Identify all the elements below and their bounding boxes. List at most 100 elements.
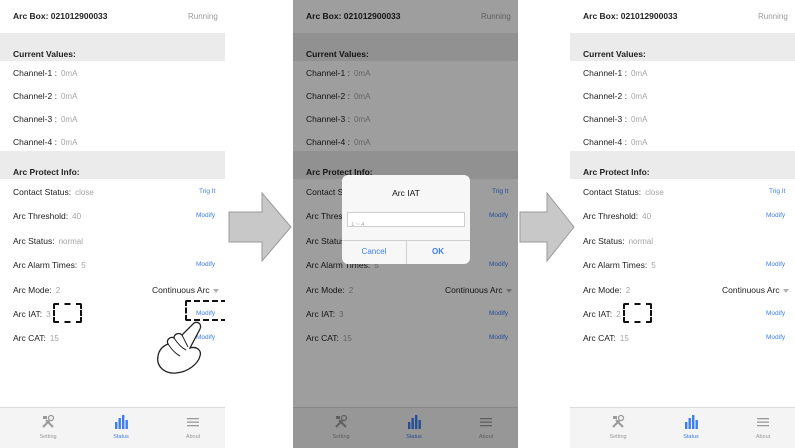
arc-mode-row: Arc Mode: 2 Continuous Arc [0, 278, 225, 302]
channel-value: 0mA [60, 138, 78, 147]
right-arrow-icon [519, 192, 575, 262]
top-bar: Arc Box: 021012900033 Running [570, 0, 795, 33]
channel-value: 0mA [60, 69, 78, 78]
dropdown-triangle-icon [212, 288, 219, 293]
modify-threshold-button[interactable]: Modify [766, 212, 785, 219]
channel-label: Channel-2 :0mA [13, 91, 78, 101]
arc-alarm-value: 5 [651, 261, 656, 270]
arc-threshold-label: Arc Threshold:40 [13, 211, 82, 221]
channel-row: Channel-3 :0mA [0, 107, 225, 131]
channel-label: Channel-4 :0mA [13, 137, 78, 147]
arc-protect-header: Arc Protect Info: [570, 151, 795, 179]
cancel-button[interactable]: Cancel [342, 241, 406, 264]
iat-value-highlight [53, 303, 82, 323]
top-bar: Arc Box: 021012900033 Running [0, 0, 225, 33]
arc-alarm-value: 5 [81, 261, 86, 270]
arc-status-value: normal [628, 237, 654, 246]
ok-button[interactable]: OK [406, 241, 470, 264]
arc-iat-label: Arc IAT: 3 [13, 309, 51, 319]
channel-value: 0mA [630, 92, 648, 101]
arc-alarm-row: Arc Alarm Times: 5 Modify [0, 253, 225, 277]
tab-bar: Setting Status About [570, 407, 795, 448]
modify-alarm-button[interactable]: Modify [766, 261, 785, 268]
tab-label: About [755, 434, 771, 440]
arc-iat-value: 2 [616, 310, 621, 319]
modify-iat-button[interactable]: Modify [766, 310, 785, 317]
tab-bar: Setting Status About [0, 407, 225, 448]
stage: Arc Box: 021012900033 Running Current Va… [0, 0, 795, 448]
channel-row: Channel-1 :0mA [570, 61, 795, 85]
channel-label: Channel-1 :0mA [583, 68, 648, 78]
arc-threshold-label: Arc Threshold:40 [583, 211, 652, 221]
trig-it-button[interactable]: Trig It [769, 188, 785, 195]
tab-setting[interactable]: Setting [28, 412, 68, 446]
modify-threshold-button[interactable]: Modify [196, 212, 215, 219]
channel-label: Channel-4 :0mA [583, 137, 648, 147]
device-title: Arc Box: 021012900033 [583, 11, 678, 21]
arc-alarm-label: Arc Alarm Times: 5 [583, 260, 656, 270]
iat-value-highlight [623, 303, 652, 323]
arc-status-value: normal [58, 237, 84, 246]
channel-label: Channel-3 :0mA [13, 114, 78, 124]
channel-row: Channel-3 :0mA [570, 107, 795, 131]
arc-threshold-row: Arc Threshold:40 Modify [570, 204, 795, 228]
modify-alarm-button[interactable]: Modify [196, 261, 215, 268]
right-arrow-icon [228, 192, 292, 262]
trig-it-button[interactable]: Trig It [199, 188, 215, 195]
phone-screen: Arc Box: 021012900033 Running Current Va… [0, 0, 225, 448]
arc-protect-header: Arc Protect Info: [0, 151, 225, 179]
arc-mode-value: 2 [55, 286, 61, 295]
tab-label: About [185, 434, 201, 440]
tab-label: Status [683, 434, 699, 440]
arc-mode-select[interactable]: Continuous Arc [722, 285, 789, 295]
channel-label: Channel-2 :0mA [583, 91, 648, 101]
arc-protect-heading: Arc Protect Info: [13, 167, 80, 177]
arc-mode-label: Arc Mode: 2 [583, 285, 631, 295]
arc-cat-row: Arc CAT: 15 Modify [570, 326, 795, 350]
arc-status-row: Arc Status:normal [0, 229, 225, 253]
arc-threshold-value: 40 [642, 212, 652, 221]
tap-hand-icon [157, 321, 202, 374]
dropdown-triangle-icon [782, 288, 789, 293]
modify-button-highlight [185, 300, 225, 321]
phone-screen: Arc Box: 021012900033 Running Current Va… [570, 0, 795, 448]
arc-mode-label: Arc Mode: 2 [13, 285, 61, 295]
contact-status-row: Contact Status:close Trig It [0, 180, 225, 204]
channel-value: 0mA [60, 92, 78, 101]
tab-status[interactable]: Status [101, 412, 141, 446]
arc-status-label: Arc Status:normal [13, 236, 84, 246]
arc-mode-row: Arc Mode: 2 Continuous Arc [570, 278, 795, 302]
current-values-header: Current Values: [0, 33, 225, 61]
bar-chart-icon [115, 415, 128, 429]
tab-about[interactable]: About [743, 412, 783, 446]
arc-cat-label: Arc CAT: 15 [583, 333, 629, 343]
arc-iat-input[interactable] [348, 218, 464, 232]
channel-row: Channel-2 :0mA [570, 84, 795, 108]
contact-status-value: close [75, 188, 94, 197]
channel-row: Channel-2 :0mA [0, 84, 225, 108]
tools-icon [42, 414, 55, 428]
current-values-heading: Current Values: [13, 49, 76, 59]
tab-about[interactable]: About [173, 412, 213, 446]
menu-lines-icon [187, 418, 199, 427]
channel-value: 0mA [630, 138, 648, 147]
arc-mode-select[interactable]: Continuous Arc [152, 285, 219, 295]
contact-status-label: Contact Status:close [583, 187, 664, 197]
arc-alarm-row: Arc Alarm Times: 5 Modify [570, 253, 795, 277]
arc-cat-value: 15 [619, 334, 629, 343]
contact-status-value: close [645, 188, 664, 197]
device-title: Arc Box: 021012900033 [13, 11, 108, 21]
channel-value: 0mA [60, 115, 78, 124]
channel-value: 0mA [630, 115, 648, 124]
arc-mode-value: 2 [625, 286, 631, 295]
channel-label: Channel-1 :0mA [13, 68, 78, 78]
current-values-header: Current Values: [570, 33, 795, 61]
tab-status[interactable]: Status [671, 412, 711, 446]
channel-row: Channel-1 :0mA [0, 61, 225, 85]
modify-cat-button[interactable]: Modify [766, 334, 785, 341]
dialog-title: Arc IAT [392, 188, 420, 198]
tab-setting[interactable]: Setting [598, 412, 638, 446]
tab-label: Status [113, 434, 129, 440]
arc-alarm-label: Arc Alarm Times: 5 [13, 260, 86, 270]
arc-protect-heading: Arc Protect Info: [583, 167, 650, 177]
